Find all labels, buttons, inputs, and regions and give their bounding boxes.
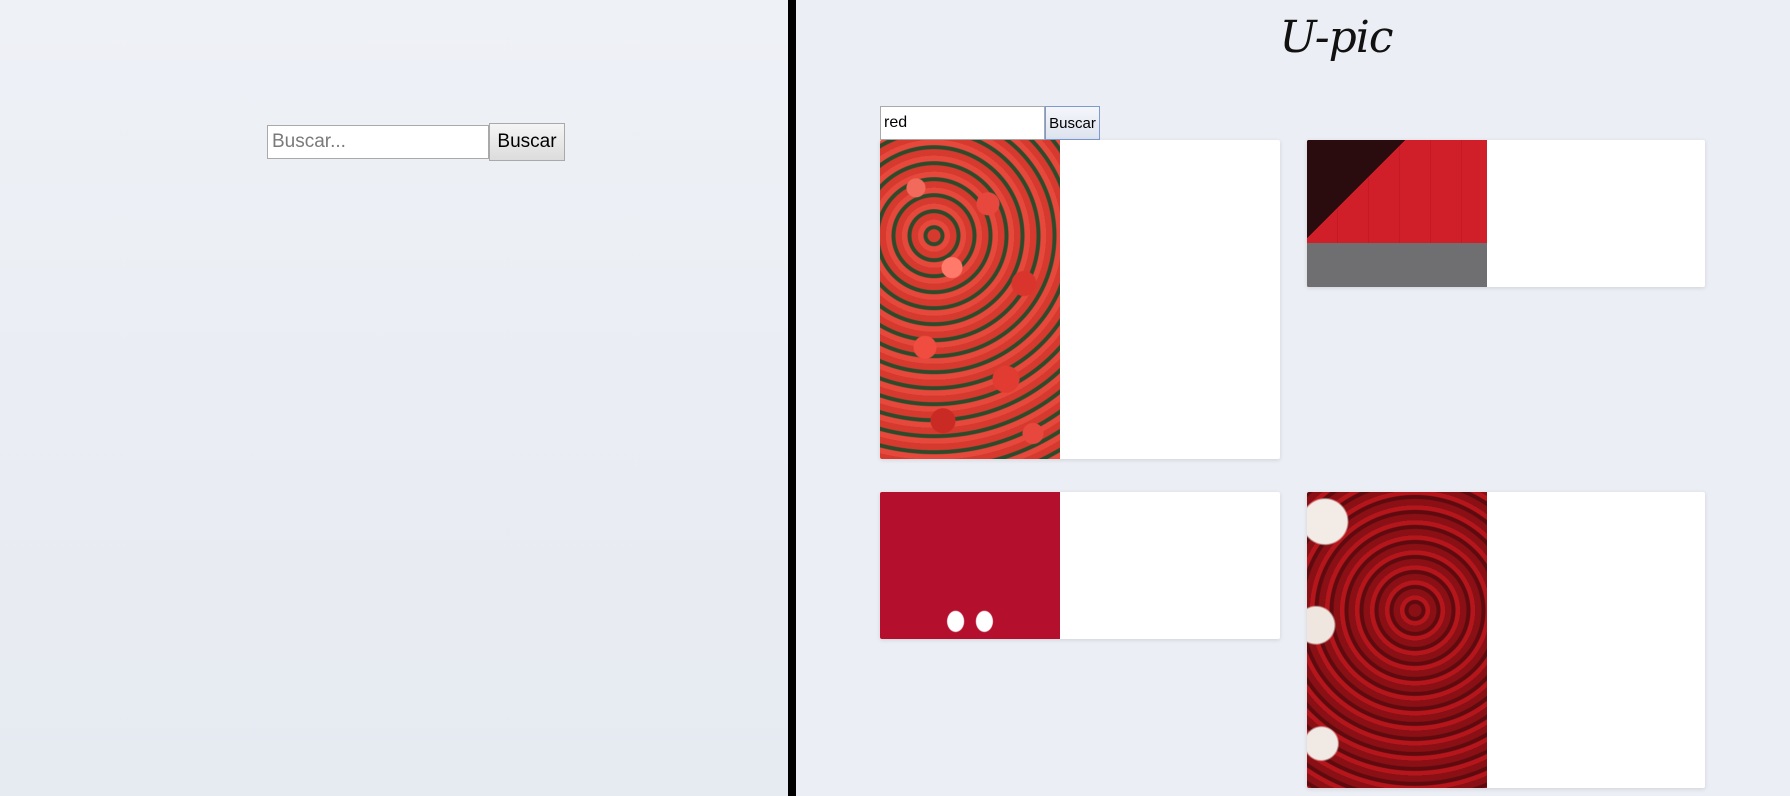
brand-title: U-pic	[1279, 12, 1393, 63]
left-panel: Buscar	[0, 0, 788, 796]
result-card[interactable]	[1307, 492, 1705, 788]
result-card[interactable]	[880, 140, 1280, 459]
result-image[interactable]	[1307, 140, 1487, 287]
panel-divider	[788, 0, 796, 796]
result-image[interactable]	[1307, 492, 1487, 788]
search-button[interactable]: Buscar	[1045, 106, 1100, 140]
result-card[interactable]	[880, 492, 1280, 639]
search-bar: Buscar	[267, 123, 565, 161]
result-image[interactable]	[880, 140, 1060, 459]
search-bar: Buscar	[880, 106, 1100, 140]
result-image[interactable]	[880, 492, 1060, 639]
search-input[interactable]	[267, 125, 489, 159]
search-input[interactable]	[880, 106, 1045, 140]
search-button[interactable]: Buscar	[489, 123, 565, 161]
result-card[interactable]	[1307, 140, 1705, 287]
right-panel: U-pic Buscar	[796, 0, 1790, 796]
